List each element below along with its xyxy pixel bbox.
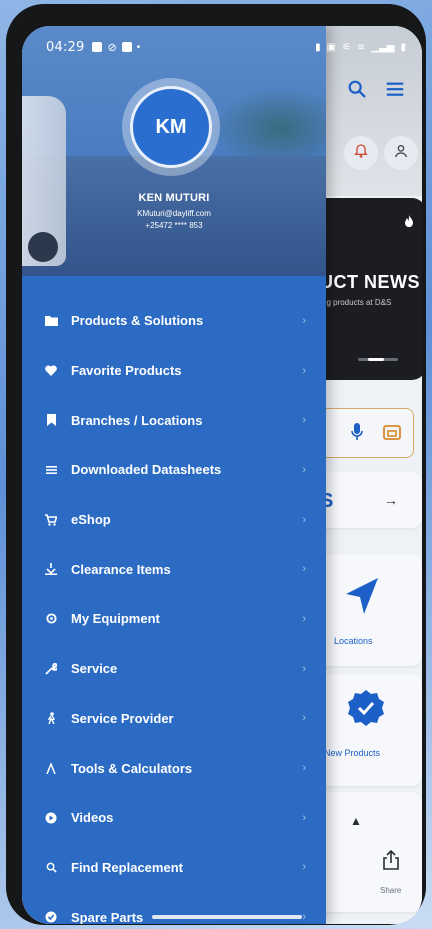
nfc-icon: ▣ xyxy=(326,41,337,53)
cart-icon xyxy=(44,513,58,527)
sync-icon: ⊘ xyxy=(107,41,117,54)
menu-item-videos[interactable]: Videos › xyxy=(22,793,326,843)
profile-button[interactable] xyxy=(384,136,418,170)
header-photo-vehicle xyxy=(22,96,66,266)
status-time: 04:29 xyxy=(46,39,85,55)
microphone-icon[interactable] xyxy=(351,423,363,446)
menu-label: eShop xyxy=(71,512,111,528)
menu-label: Downloaded Datasheets xyxy=(71,462,222,478)
chevron-right-icon: › xyxy=(302,861,306,874)
share-icon xyxy=(382,849,400,875)
person-icon xyxy=(44,711,58,725)
chevron-right-icon: › xyxy=(302,911,306,924)
user-phone: +25472 **** 853 xyxy=(145,221,203,230)
battery-saver-icon: ▮ xyxy=(315,41,321,53)
dot-icon: • xyxy=(136,41,141,53)
header-photo-trees xyxy=(212,86,326,156)
arrow-right-icon: → xyxy=(384,492,398,508)
flame-icon xyxy=(402,214,416,235)
menu-label: Service Provider xyxy=(71,710,174,726)
locations-label: Locations xyxy=(334,636,373,646)
chevron-right-icon: › xyxy=(302,662,306,675)
user-name: KEN MUTURI xyxy=(138,192,210,204)
tag-icon xyxy=(44,562,58,576)
menu-item-tools-calculators[interactable]: Tools & Calculators › xyxy=(22,743,326,793)
chevron-right-icon: › xyxy=(302,762,306,775)
menu-item-spare-parts[interactable]: Spare Parts › xyxy=(22,892,326,924)
menu-item-branches-locations[interactable]: Branches / Locations › xyxy=(22,395,326,445)
menu-label: Find Replacement xyxy=(71,859,183,875)
wrench-icon xyxy=(44,662,58,676)
tools-icon xyxy=(44,761,58,775)
bell-icon xyxy=(353,143,369,164)
menu-icon[interactable] xyxy=(384,78,406,100)
drawer-menu: Products & Solutions › Favorite Products… xyxy=(22,296,326,924)
menu-label: My Equipment xyxy=(71,611,160,627)
menu-item-downloaded-datasheets[interactable]: Downloaded Datasheets › xyxy=(22,445,326,495)
menu-item-service[interactable]: Service › xyxy=(22,644,326,694)
folder-icon xyxy=(44,314,58,328)
check-circle-icon xyxy=(44,910,58,924)
flask-icon: ▲ xyxy=(350,814,362,828)
menu-label: Favorite Products xyxy=(71,363,182,379)
search-icon[interactable] xyxy=(346,78,368,100)
chevron-right-icon: › xyxy=(302,712,306,725)
battery-icon: ▮ xyxy=(400,41,406,53)
gallery-icon xyxy=(92,42,103,52)
chevron-right-icon: › xyxy=(302,364,306,377)
status-icons-left: ⊘ • xyxy=(92,41,140,54)
navigation-icon xyxy=(344,576,380,621)
list-icon xyxy=(44,463,58,477)
share-label: Share xyxy=(380,886,402,895)
mute-icon: ⚟ xyxy=(342,41,352,53)
screen: UCT NEWS ng products at D&S S → Location… xyxy=(22,26,422,924)
gear-icon xyxy=(44,612,58,626)
menu-item-clearance-items[interactable]: Clearance Items › xyxy=(22,544,326,594)
phone-frame: UCT NEWS ng products at D&S S → Location… xyxy=(6,4,426,925)
play-icon xyxy=(44,811,58,825)
carousel-indicator xyxy=(358,358,398,361)
chevron-right-icon: › xyxy=(302,563,306,576)
new-products-label: New Products xyxy=(324,748,381,758)
search-icon xyxy=(44,860,58,874)
navigation-drawer: KM KEN MUTURI KMuturi@dayliff.com +25472… xyxy=(22,26,326,924)
avatar-ring: KM xyxy=(122,78,220,176)
menu-label: Clearance Items xyxy=(71,561,171,577)
bookmark-icon xyxy=(44,413,58,427)
chevron-right-icon: › xyxy=(302,314,306,327)
menu-item-my-equipment[interactable]: My Equipment › xyxy=(22,594,326,644)
news-title: UCT NEWS xyxy=(320,272,420,292)
camera-icon[interactable] xyxy=(383,423,401,446)
signal-icon: ▁▃▅ xyxy=(371,41,395,53)
chevron-right-icon: › xyxy=(302,414,306,427)
news-subtitle: ng products at D&S xyxy=(322,298,392,307)
wifi-icon: ≋ xyxy=(357,41,366,53)
chevron-right-icon: › xyxy=(302,463,306,476)
verified-badge-icon xyxy=(346,688,386,733)
home-indicator[interactable] xyxy=(152,915,302,919)
app-icon xyxy=(121,42,132,52)
chevron-right-icon: › xyxy=(302,612,306,625)
menu-item-service-provider[interactable]: Service Provider › xyxy=(22,694,326,744)
status-bar: 04:29 ⊘ • ▮ ▣ ⚟ ≋ ▁▃▅ ▮ xyxy=(46,38,406,56)
menu-item-eshop[interactable]: eShop › xyxy=(22,495,326,545)
chevron-right-icon: › xyxy=(302,811,306,824)
menu-label: Spare Parts xyxy=(71,909,144,924)
menu-label: Service xyxy=(71,661,118,677)
chevron-right-icon: › xyxy=(302,513,306,526)
user-icon xyxy=(393,143,409,164)
avatar[interactable]: KM xyxy=(130,86,212,168)
menu-item-find-replacement[interactable]: Find Replacement › xyxy=(22,843,326,893)
menu-item-favorite-products[interactable]: Favorite Products › xyxy=(22,346,326,396)
menu-label: Videos xyxy=(71,810,114,826)
user-email: KMuturi@dayliff.com xyxy=(137,209,211,218)
menu-label: Tools & Calculators xyxy=(71,760,193,776)
menu-item-products-solutions[interactable]: Products & Solutions › xyxy=(22,296,326,346)
drawer-header: KM KEN MUTURI KMuturi@dayliff.com +25472… xyxy=(22,26,326,276)
status-icons-right: ▮ ▣ ⚟ ≋ ▁▃▅ ▮ xyxy=(315,42,406,53)
notification-button[interactable] xyxy=(344,136,378,170)
menu-label: Branches / Locations xyxy=(71,412,203,428)
heart-icon xyxy=(44,364,58,378)
menu-label: Products & Solutions xyxy=(71,313,204,329)
